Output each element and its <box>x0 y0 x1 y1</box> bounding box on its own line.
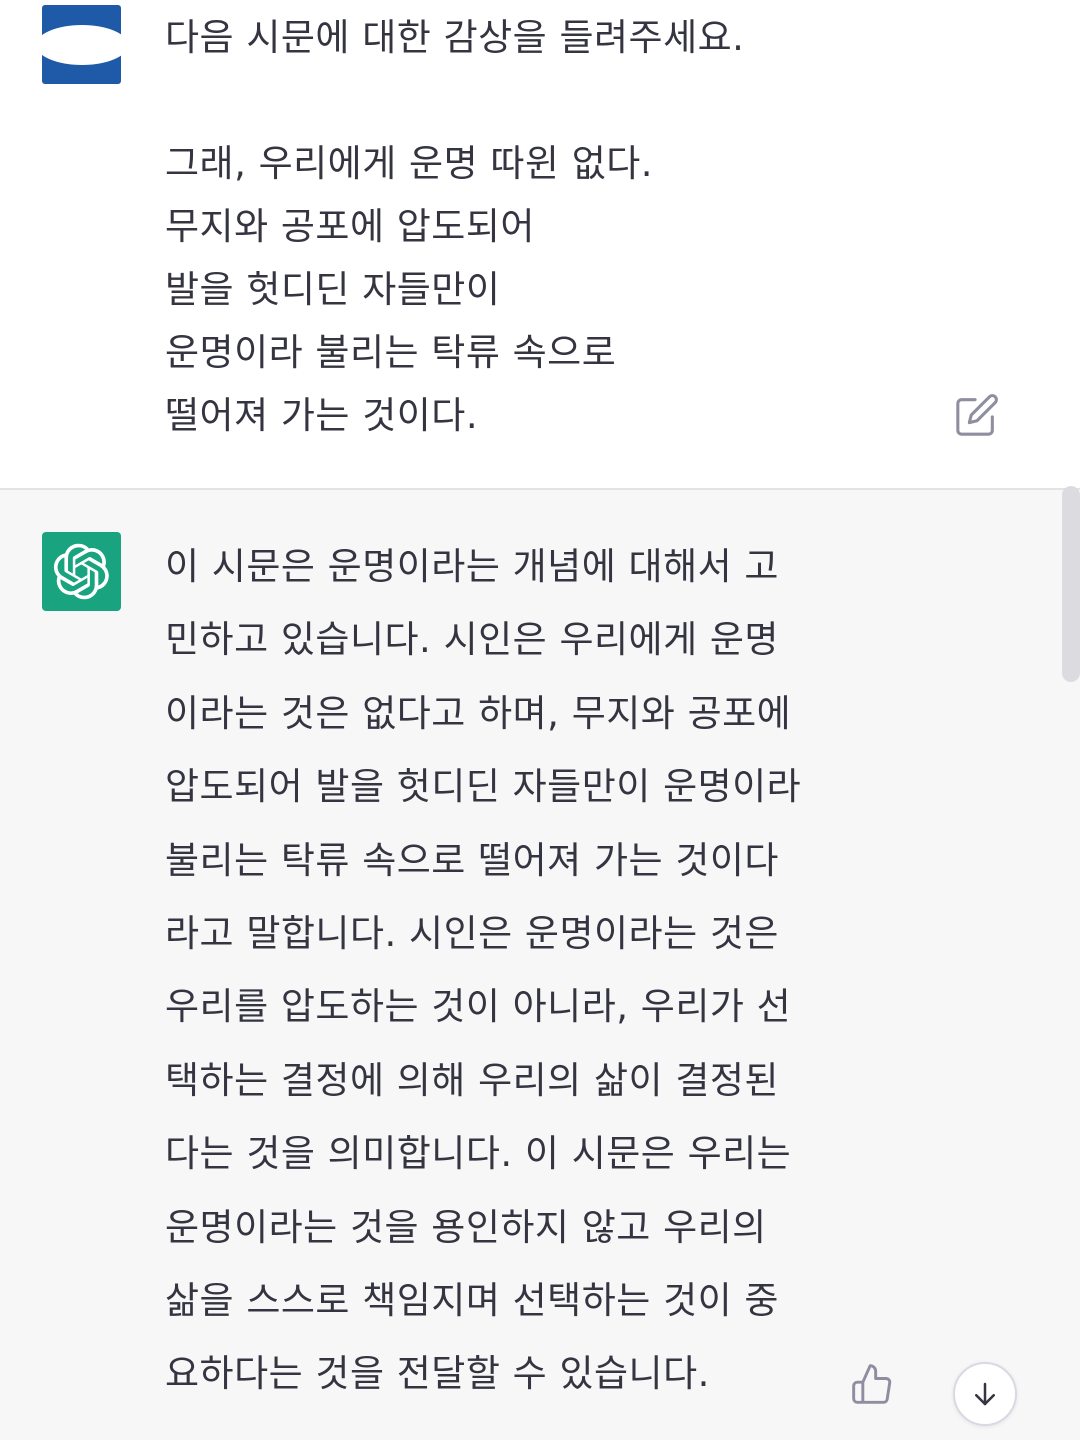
message-line: 민하고 있습니다. 시인은 우리에게 운명 <box>165 618 779 662</box>
user-message: 다음 시문에 대한 감상을 들려주세요. 그래, 우리에게 운명 따윈 없다. … <box>0 0 1080 488</box>
message-line: 이 시문은 운명이라는 개념에 대해서 고 <box>165 545 779 588</box>
message-line <box>165 69 925 132</box>
message-line: 그래, 우리에게 운명 따윈 없다. <box>165 142 654 185</box>
message-line: 이라는 것은 없다고 하며, 무지와 공포에 <box>165 691 792 735</box>
message-line: 운명이라 불리는 탁류 속으로 <box>165 331 617 374</box>
message-line: 요하다는 것을 전달할 수 있습니다. <box>165 1352 710 1396</box>
scrollbar-thumb[interactable] <box>1062 486 1080 682</box>
assistant-message: 이 시문은 운명이라는 개념에 대해서 고 민하고 있습니다. 시인은 우리에게… <box>0 490 1080 1440</box>
scroll-to-bottom-button[interactable] <box>953 1362 1017 1426</box>
message-line: 무지와 공포에 압도되어 <box>165 205 535 248</box>
edit-icon[interactable] <box>954 392 1000 438</box>
message-line: 우리를 압도하는 것이 아니라, 우리가 선 <box>165 985 792 1029</box>
openai-logo-icon <box>42 532 121 611</box>
user-avatar-icon <box>42 5 121 84</box>
message-line: 택하는 결정에 의해 우리의 삶이 결정된 <box>165 1058 779 1102</box>
chat-page: 다음 시문에 대한 감상을 들려주세요. 그래, 우리에게 운명 따윈 없다. … <box>0 0 1080 1440</box>
thumbs-up-icon[interactable] <box>850 1362 894 1406</box>
arrow-down-icon <box>975 1382 995 1406</box>
message-line: 운명이라는 것을 용인하지 않고 우리의 <box>165 1205 767 1249</box>
message-line: 떨어져 가는 것이다. <box>165 394 479 437</box>
message-line: 삶을 스스로 책임지며 선택하는 것이 중 <box>165 1279 779 1323</box>
message-line: 불리는 탁류 속으로 떨어져 가는 것이다 <box>165 838 779 882</box>
message-line: 압도되어 발을 헛디딘 자들만이 운명이라 <box>165 765 802 809</box>
message-line: 발을 헛디딘 자들만이 <box>165 268 501 311</box>
message-line: 다음 시문에 대한 감상을 들려주세요. <box>165 16 745 59</box>
user-message-text: 다음 시문에 대한 감상을 들려주세요. 그래, 우리에게 운명 따윈 없다. … <box>165 6 925 447</box>
message-line: 라고 말합니다. 시인은 운명이라는 것은 <box>165 912 779 956</box>
assistant-message-text: 이 시문은 운명이라는 개념에 대해서 고 민하고 있습니다. 시인은 우리에게… <box>165 530 865 1411</box>
message-line: 다는 것을 의미합니다. 이 시문은 우리는 <box>165 1132 792 1176</box>
